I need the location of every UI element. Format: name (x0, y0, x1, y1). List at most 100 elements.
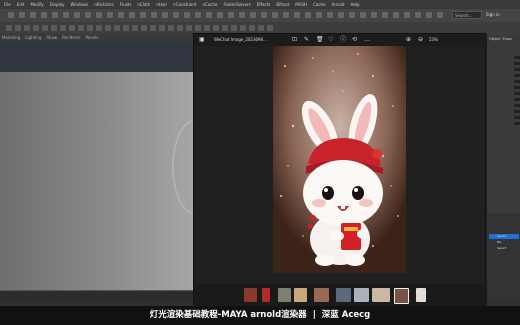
channel-value-field[interactable] (514, 116, 520, 119)
menu-item[interactable]: Windows (70, 0, 88, 9)
toolbar-icon[interactable] (19, 12, 25, 18)
layer-row[interactable]: layer3 (489, 246, 519, 251)
menu-item[interactable]: nCloth (137, 0, 150, 9)
channel-tab[interactable]: Show (502, 37, 511, 41)
thumbnail-selected[interactable] (394, 288, 409, 304)
shelf-icon[interactable] (87, 25, 93, 31)
menu-item[interactable]: nConstraint (173, 0, 196, 9)
panel-tab[interactable]: Lighting (25, 34, 41, 42)
rotate-icon[interactable]: ⟲ (352, 37, 357, 43)
thumbnail[interactable] (354, 288, 369, 302)
menu-item[interactable]: MASH (295, 0, 307, 9)
toolbar-icon[interactable] (305, 12, 311, 18)
panel-tab[interactable]: Renderer (62, 34, 80, 42)
heart-icon[interactable]: ♡ (328, 37, 333, 43)
shelf-icon[interactable] (150, 25, 156, 31)
menu-item[interactable]: nHair (156, 0, 167, 9)
toolbar-icon[interactable] (415, 12, 421, 18)
toolbar-icon[interactable] (184, 12, 190, 18)
toolbar-icon[interactable] (382, 12, 388, 18)
shelf-icon[interactable] (42, 25, 48, 31)
menu-item[interactable]: nParticles (94, 0, 113, 9)
shelf-icon[interactable] (240, 25, 246, 31)
thumbnail[interactable] (294, 288, 307, 302)
toolbar-icon[interactable] (151, 12, 157, 18)
shelf-icon[interactable] (6, 25, 12, 31)
toolbar-icon[interactable] (283, 12, 289, 18)
layer-row[interactable]: layer1 (489, 234, 519, 239)
menu-item[interactable]: Effects (257, 0, 271, 9)
toolbar-icon[interactable] (239, 12, 245, 18)
menu-item[interactable]: Edit (17, 0, 25, 9)
menu-item[interactable]: Bifrost (276, 0, 289, 9)
shelf-icon[interactable] (96, 25, 102, 31)
toolbar-icon[interactable] (437, 12, 443, 18)
toolbar-icon[interactable] (338, 12, 344, 18)
toolbar-icon[interactable] (294, 12, 300, 18)
toolbar-icon[interactable] (426, 12, 432, 18)
menu-item[interactable]: File (4, 0, 11, 9)
menu-item[interactable]: Modify (30, 0, 43, 9)
toolbar-icon[interactable] (371, 12, 377, 18)
toolbar-icon[interactable] (206, 12, 212, 18)
toolbar-icon[interactable] (96, 12, 102, 18)
thumbnail[interactable] (372, 288, 390, 302)
toolbar-icon[interactable] (107, 12, 113, 18)
crop-icon[interactable]: ⊡ (292, 37, 297, 43)
thumbnail[interactable] (336, 288, 351, 302)
shelf-icon[interactable] (204, 25, 210, 31)
shelf-icon[interactable] (15, 25, 21, 31)
toolbar-icon[interactable] (316, 12, 322, 18)
shelf-icon[interactable] (195, 25, 201, 31)
toolbar-icon[interactable] (404, 12, 410, 18)
toolbar-icon[interactable] (250, 12, 256, 18)
zoom-out-icon[interactable]: ⊖ (418, 37, 423, 43)
toolbar-icon[interactable] (195, 12, 201, 18)
shelf-icon[interactable] (213, 25, 219, 31)
toolbar-icon[interactable] (85, 12, 91, 18)
info-icon[interactable]: ⓘ (340, 37, 346, 43)
signin-button[interactable]: Sign in (486, 11, 514, 19)
menu-item[interactable]: Fluids (120, 0, 132, 9)
channel-value-field[interactable] (514, 74, 520, 77)
shelf-icon[interactable] (114, 25, 120, 31)
maya-viewport[interactable] (0, 72, 195, 290)
toolbar-icon[interactable] (162, 12, 168, 18)
toolbar-icon[interactable] (217, 12, 223, 18)
toolbar-icon[interactable] (140, 12, 146, 18)
toolbar-icon[interactable] (74, 12, 80, 18)
thumbnail[interactable] (314, 288, 329, 302)
edit-icon[interactable]: ✎ (304, 37, 309, 43)
channel-value-field[interactable] (514, 56, 520, 59)
shelf-icon[interactable] (69, 25, 75, 31)
channel-value-field[interactable] (514, 92, 520, 95)
zoom-in-icon[interactable]: ⊕ (406, 37, 411, 43)
channel-value-field[interactable] (514, 104, 520, 107)
shelf-icon[interactable] (78, 25, 84, 31)
channel-value-field[interactable] (514, 62, 520, 65)
toolbar-icon[interactable] (63, 12, 69, 18)
toolbar-icon[interactable] (272, 12, 278, 18)
shelf-icon[interactable] (249, 25, 255, 31)
menu-item[interactable]: Display (50, 0, 65, 9)
shelf-icon[interactable] (60, 25, 66, 31)
menu-item[interactable]: Cache (313, 0, 325, 9)
channel-value-field[interactable] (514, 86, 520, 89)
toolbar-icon[interactable] (393, 12, 399, 18)
maya-search-input[interactable]: Search... (452, 11, 482, 19)
shelf-icon[interactable] (159, 25, 165, 31)
panel-tab[interactable]: Show (46, 34, 57, 42)
shelf-icon[interactable] (186, 25, 192, 31)
menu-item[interactable]: Fields/Solvers (223, 0, 250, 9)
shelf-icon[interactable] (267, 25, 273, 31)
toolbar-icon[interactable] (173, 12, 179, 18)
menu-item[interactable]: nCache (202, 0, 217, 9)
shelf-icon[interactable] (132, 25, 138, 31)
shelf-icon[interactable] (231, 25, 237, 31)
channel-value-field[interactable] (514, 110, 520, 113)
toolbar-icon[interactable] (41, 12, 47, 18)
toolbar-icon[interactable] (327, 12, 333, 18)
menu-item[interactable]: Help (350, 0, 359, 9)
channel-value-field[interactable] (514, 68, 520, 71)
shelf-icon[interactable] (222, 25, 228, 31)
